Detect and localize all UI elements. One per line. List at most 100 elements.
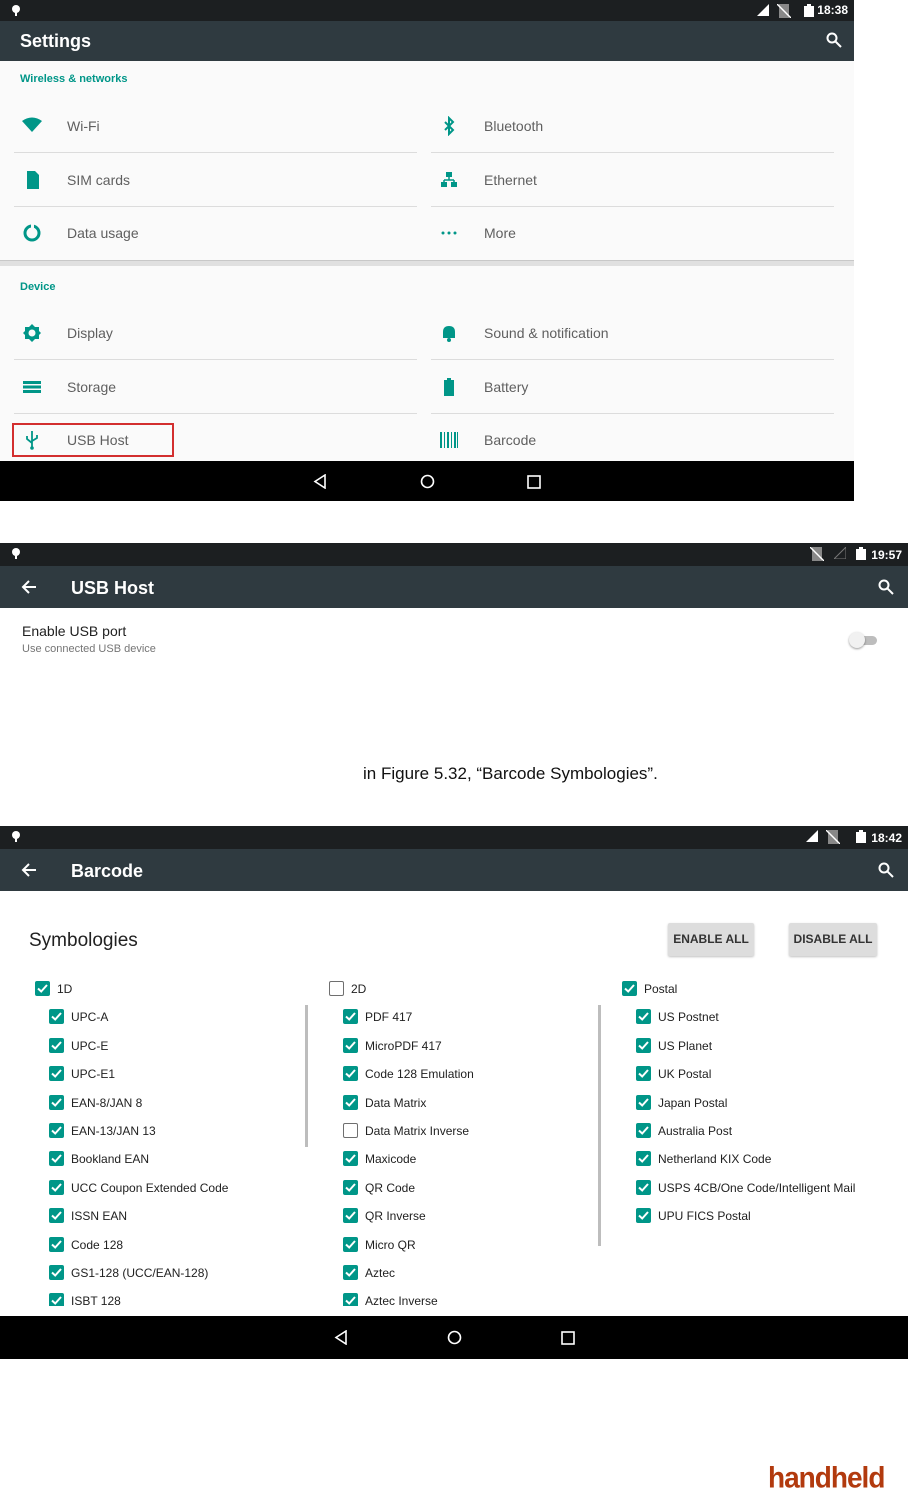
- checkbox-checked-icon[interactable]: [49, 1095, 64, 1110]
- checkbox-checked-icon[interactable]: [49, 1038, 64, 1053]
- checkbox-label: Netherland KIX Code: [658, 1152, 772, 1166]
- back-nav-icon[interactable]: [313, 474, 327, 489]
- signal-empty-icon: [834, 547, 846, 559]
- display-brightness-icon: [23, 324, 41, 342]
- column-2d-scrollbar[interactable]: [598, 1005, 601, 1246]
- usb-host-highlight: [12, 423, 174, 457]
- checkbox-checked-icon[interactable]: [343, 1066, 358, 1081]
- checkbox-checked-icon[interactable]: [343, 1293, 358, 1306]
- checkbox-label: US Postnet: [658, 1010, 719, 1024]
- recents-nav-icon[interactable]: [561, 1331, 575, 1345]
- column-1d-scrollbar[interactable]: [305, 1005, 308, 1147]
- setting-sim-cards[interactable]: SIM cards: [14, 154, 417, 207]
- setting-battery[interactable]: Battery: [431, 361, 834, 414]
- pref-summary: Use connected USB device: [22, 643, 156, 655]
- checkbox-checked-icon[interactable]: [49, 1009, 64, 1024]
- storage-icon: [23, 381, 41, 393]
- checkbox-checked-icon[interactable]: [343, 1038, 358, 1053]
- enable-all-button[interactable]: ENABLE ALL: [668, 923, 754, 956]
- checkbox-checked-icon[interactable]: [35, 981, 50, 996]
- checkbox-checked-icon[interactable]: [636, 1095, 651, 1110]
- setting-barcode[interactable]: Barcode: [431, 414, 834, 467]
- checkbox-checked-icon[interactable]: [343, 1095, 358, 1110]
- setting-more[interactable]: More: [431, 207, 834, 260]
- app-bar: USB Host: [0, 566, 908, 608]
- usb-port-toggle[interactable]: [849, 632, 879, 648]
- checkbox-checked-icon[interactable]: [49, 1123, 64, 1138]
- checkbox-checked-icon[interactable]: [622, 981, 637, 996]
- checkbox-checked-icon[interactable]: [636, 1123, 651, 1138]
- setting-sound-notification[interactable]: Sound & notification: [431, 307, 834, 360]
- checkbox-checked-icon[interactable]: [636, 1038, 651, 1053]
- search-icon[interactable]: [826, 32, 842, 48]
- page-title: Barcode: [71, 861, 144, 881]
- setting-label: Barcode: [484, 432, 537, 448]
- setting-label: Ethernet: [484, 172, 537, 188]
- setting-label: Data usage: [67, 225, 139, 241]
- checkbox-checked-icon[interactable]: [343, 1180, 358, 1195]
- home-nav-icon[interactable]: [447, 1330, 462, 1345]
- checkbox-label: UPU FICS Postal: [658, 1209, 751, 1223]
- checkbox-checked-icon[interactable]: [343, 1237, 358, 1252]
- checkbox-unchecked-icon[interactable]: [343, 1123, 358, 1138]
- checkbox-label: ISBT 128: [71, 1294, 121, 1306]
- checkbox-label: MicroPDF 417: [365, 1039, 442, 1053]
- symbology-column-2d: 2D PDF 417 MicroPDF 417 Code 128 Emulation D…: [329, 981, 599, 1306]
- checkbox-label: Maxicode: [365, 1152, 417, 1166]
- setting-wifi[interactable]: Wi-Fi: [14, 100, 417, 153]
- back-arrow-icon[interactable]: [21, 579, 37, 595]
- checkbox-checked-icon[interactable]: [49, 1066, 64, 1081]
- search-icon[interactable]: [878, 579, 894, 595]
- setting-label: More: [484, 225, 516, 241]
- checkbox-label: Aztec: [365, 1266, 396, 1280]
- checkbox-label: QR Code: [365, 1181, 416, 1195]
- setting-storage[interactable]: Storage: [14, 361, 417, 414]
- back-arrow-icon[interactable]: [21, 862, 37, 878]
- checkbox-checked-icon[interactable]: [636, 1009, 651, 1024]
- checkbox-checked-icon[interactable]: [49, 1265, 64, 1280]
- sim-card-icon: [27, 171, 39, 189]
- android-debug-icon: [12, 5, 20, 16]
- checkbox-label: USPS 4CB/One Code/Intelligent Mail: [658, 1181, 856, 1195]
- bell-icon: [443, 326, 455, 342]
- search-icon[interactable]: [878, 862, 894, 878]
- setting-data-usage[interactable]: Data usage: [14, 207, 417, 260]
- checkbox-checked-icon[interactable]: [636, 1208, 651, 1223]
- navigation-bar: [0, 461, 854, 501]
- status-bar: 18:38: [0, 0, 854, 21]
- checkbox-checked-icon[interactable]: [49, 1151, 64, 1166]
- setting-ethernet[interactable]: Ethernet: [431, 154, 834, 207]
- checkbox-label: Code 128 Emulation: [365, 1067, 474, 1081]
- wifi-icon: [22, 117, 42, 132]
- setting-display[interactable]: Display: [14, 307, 417, 360]
- category-wireless: Wireless & networks: [20, 73, 128, 85]
- checkbox-checked-icon[interactable]: [49, 1208, 64, 1223]
- checkbox-label: US Planet: [658, 1039, 713, 1053]
- barcode-screen: 18:42 Barcode Symbologies ENABLE ALL DIS…: [0, 826, 908, 1359]
- checkbox-checked-icon[interactable]: [343, 1208, 358, 1223]
- checkbox-checked-icon[interactable]: [343, 1151, 358, 1166]
- checkbox-checked-icon[interactable]: [49, 1237, 64, 1252]
- signal-icon: [757, 4, 769, 16]
- checkbox-checked-icon[interactable]: [49, 1293, 64, 1306]
- checkbox-unchecked-icon[interactable]: [329, 981, 344, 996]
- section-divider: [0, 260, 854, 266]
- checkbox-checked-icon[interactable]: [636, 1151, 651, 1166]
- recents-nav-icon[interactable]: [527, 475, 541, 489]
- pref-enable-usb-port[interactable]: Enable USB port Use connected USB device: [0, 615, 908, 665]
- checkbox-label: Micro QR: [365, 1238, 416, 1252]
- disable-all-button[interactable]: DISABLE ALL: [789, 923, 877, 956]
- checkbox-checked-icon[interactable]: [636, 1180, 651, 1195]
- home-nav-icon[interactable]: [420, 474, 435, 489]
- checkbox-checked-icon[interactable]: [343, 1009, 358, 1024]
- back-nav-icon[interactable]: [334, 1330, 348, 1345]
- more-dots-icon: [441, 231, 457, 235]
- setting-label: Sound & notification: [484, 325, 609, 341]
- checkbox-checked-icon[interactable]: [636, 1066, 651, 1081]
- setting-label: Wi-Fi: [67, 118, 100, 134]
- navigation-bar: [0, 1316, 908, 1359]
- checkbox-checked-icon[interactable]: [343, 1265, 358, 1280]
- setting-bluetooth[interactable]: Bluetooth: [431, 100, 834, 153]
- checkbox-checked-icon[interactable]: [49, 1180, 64, 1195]
- toggle-thumb: [849, 632, 865, 648]
